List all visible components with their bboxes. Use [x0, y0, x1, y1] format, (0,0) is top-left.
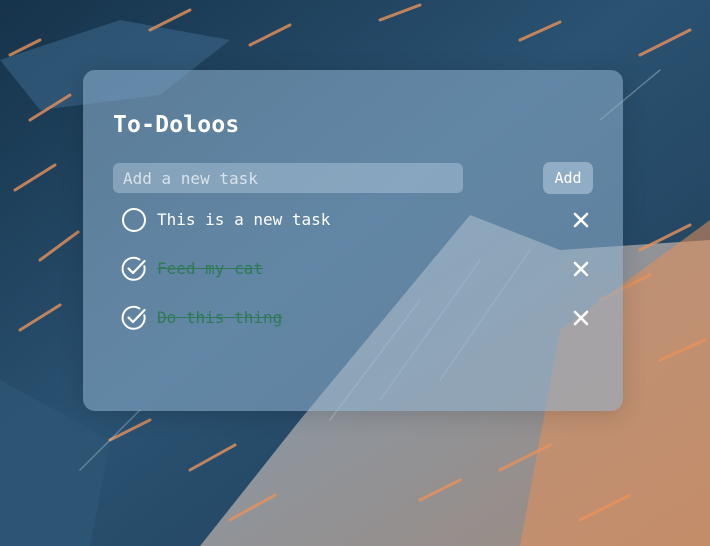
circle-icon[interactable]	[121, 207, 147, 233]
check-circle-icon[interactable]	[121, 256, 147, 282]
task-list: This is a new task Feed my cat Do this t…	[121, 208, 591, 355]
task-item: Do this thing	[121, 305, 591, 355]
check-circle-icon[interactable]	[121, 305, 147, 331]
task-text: This is a new task	[157, 210, 331, 229]
task-text: Feed my cat	[157, 259, 263, 278]
task-text: Do this thing	[157, 308, 283, 327]
task-item: This is a new task	[121, 208, 591, 257]
app-title: To-Doloos	[113, 112, 240, 138]
todo-card: To-Doloos Add This is a new task Feed my…	[83, 70, 623, 411]
close-icon[interactable]	[571, 259, 591, 279]
close-icon[interactable]	[571, 210, 591, 230]
close-icon[interactable]	[571, 308, 591, 328]
task-item: Feed my cat	[121, 256, 591, 306]
new-task-input[interactable]	[113, 163, 463, 193]
add-task-button[interactable]: Add	[543, 162, 593, 194]
